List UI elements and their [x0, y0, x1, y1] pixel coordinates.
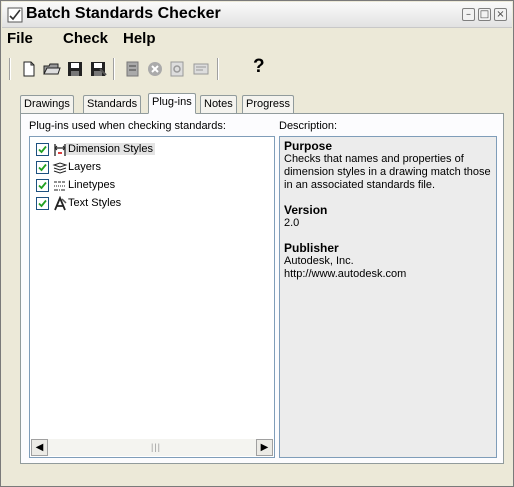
scroll-left-icon[interactable]: ◀ [31, 439, 48, 456]
list-item-label: Linetypes [68, 179, 116, 191]
start-check-icon[interactable] [123, 59, 143, 79]
list-item-label: Text Styles [68, 197, 122, 209]
menu-check[interactable]: Check [63, 30, 108, 47]
export-report-icon[interactable] [191, 59, 211, 79]
toolbar-separator-2 [217, 58, 219, 80]
purpose-label: Purpose [284, 139, 333, 153]
tab-drawings[interactable]: Drawings [20, 95, 74, 113]
tab-standards[interactable]: Standards [83, 95, 142, 113]
list-item-label: Dimension Styles [66, 143, 155, 155]
checkbox-dimension-styles[interactable] [36, 143, 49, 156]
title-bar[interactable]: Batch Standards Checker – □ × [2, 2, 512, 28]
purpose-text: Checks that names and properties of dime… [284, 153, 491, 191]
description-box: Purpose Checks that names and properties… [279, 136, 497, 458]
horizontal-scrollbar[interactable]: ◀ ||| ▶ [31, 439, 273, 456]
checkbox-layers[interactable] [36, 161, 49, 174]
help-icon[interactable]: ? [253, 56, 265, 78]
version-label: Version [284, 203, 328, 217]
list-item-layers[interactable]: Layers [36, 159, 266, 177]
toolbar-grip [9, 58, 11, 80]
tab-plug-ins[interactable]: Plug-ins [148, 93, 196, 114]
minimize-icon[interactable]: – [462, 8, 475, 21]
open-icon[interactable] [42, 59, 62, 79]
plug-ins-heading: Plug-ins used when checking standards: [29, 120, 226, 132]
publisher-label: Publisher [284, 241, 339, 255]
batch-standards-checker-window: Batch Standards Checker – □ × File Check… [0, 0, 514, 487]
scroll-grip-icon[interactable]: ||| [151, 442, 161, 452]
save-icon[interactable] [65, 59, 85, 79]
toolbar: ? [9, 54, 509, 84]
maximize-icon[interactable]: □ [478, 8, 491, 21]
list-item-linetypes[interactable]: Linetypes [36, 177, 266, 195]
linetypes-icon [52, 178, 68, 194]
tab-notes[interactable]: Notes [200, 95, 237, 113]
layers-icon [52, 160, 68, 176]
publisher-url[interactable]: http://www.autodesk.com [284, 268, 492, 281]
description-heading: Description: [279, 120, 338, 132]
list-item-label: Layers [68, 161, 102, 173]
scroll-right-icon[interactable]: ▶ [256, 439, 273, 456]
list-item-dimension-styles[interactable]: Dimension Styles [36, 141, 266, 159]
list-item-text-styles[interactable]: Text Styles [36, 195, 266, 213]
save-as-icon[interactable] [88, 59, 108, 79]
app-icon [7, 7, 23, 23]
window-title: Batch Standards Checker [26, 5, 221, 22]
plug-ins-list[interactable]: Dimension Styles Layers Linetypes Text S… [29, 136, 275, 458]
stop-check-icon[interactable] [145, 59, 165, 79]
checkbox-text-styles[interactable] [36, 197, 49, 210]
toolbar-separator [113, 58, 115, 80]
view-report-icon[interactable] [167, 59, 187, 79]
tab-progress[interactable]: Progress [242, 95, 295, 113]
close-icon[interactable]: × [494, 8, 507, 21]
checkbox-linetypes[interactable] [36, 179, 49, 192]
version-value: 2.0 [284, 217, 300, 229]
new-icon[interactable] [19, 59, 39, 79]
menu-file[interactable]: File [7, 30, 33, 47]
text-styles-icon [52, 195, 68, 212]
publisher-name: Autodesk, Inc. [284, 255, 354, 267]
menu-bar: File Check Help [3, 29, 511, 49]
plug-ins-panel: Plug-ins used when checking standards: D… [20, 113, 504, 464]
menu-help[interactable]: Help [123, 30, 156, 47]
